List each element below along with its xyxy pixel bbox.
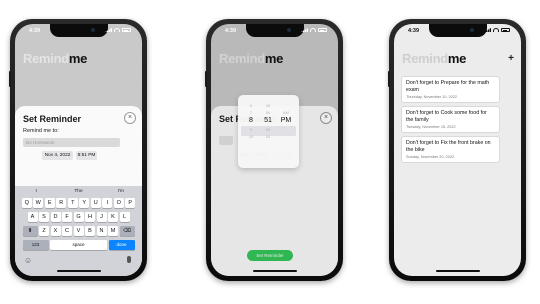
delete-key-icon[interactable]: ⌫ <box>119 226 135 236</box>
key-row-4: 123 space done <box>15 240 142 250</box>
reminder-date: Thursday, November 10, 2022 <box>406 95 458 99</box>
status-bar: 4:39 <box>211 27 338 37</box>
key[interactable]: K <box>108 212 118 222</box>
space-key[interactable]: space <box>50 240 107 250</box>
wifi-icon <box>493 28 499 32</box>
battery-icon <box>122 28 131 32</box>
key[interactable]: W <box>33 198 44 208</box>
reminder-text-input[interactable]: Do Homework <box>23 138 120 147</box>
status-bar: 4:39 <box>15 27 142 37</box>
reminder-title: Don't forget to Cook some food for the f… <box>406 110 487 123</box>
sheet-title: Set Reminder <box>23 114 82 124</box>
key[interactable]: A <box>27 212 38 222</box>
phone-time-picker: 4:39 Remindme Set Reminder × Nov 4, 2022… <box>205 19 343 281</box>
key[interactable]: B <box>85 226 95 236</box>
reminder-title: Don't forget to Prepare for the math exa… <box>406 80 490 93</box>
suggestion[interactable]: I <box>15 188 57 196</box>
microphone-icon[interactable] <box>127 256 131 263</box>
key[interactable]: N <box>96 226 107 236</box>
key[interactable]: Y <box>79 198 90 208</box>
signal-icon <box>105 28 112 32</box>
screen: 4:39 Remindme Set Reminder × Remind me t… <box>15 24 142 276</box>
done-key[interactable]: done <box>108 240 135 250</box>
status-time: 4:39 <box>408 28 420 34</box>
battery-icon <box>318 28 327 32</box>
suggestion-bar: I The I'm <box>15 188 142 196</box>
key[interactable]: S <box>39 212 49 222</box>
emoji-icon[interactable]: ☺ <box>24 256 32 265</box>
wifi-icon <box>310 28 316 32</box>
key[interactable]: U <box>90 198 101 208</box>
app-title: Remindme <box>402 51 467 66</box>
ampm-wheel[interactable]: AM PM <box>278 109 294 126</box>
reminder-date: Tuesday, November 15, 2022 <box>406 125 456 129</box>
field-label: Remind me to: <box>23 128 59 134</box>
numbers-key[interactable]: 123 <box>22 240 49 250</box>
key[interactable]: T <box>67 198 78 208</box>
hour-wheel[interactable]: 6 7 8 9 10 <box>243 102 259 140</box>
key[interactable]: V <box>73 226 84 236</box>
key[interactable]: D <box>50 212 61 222</box>
reminder-card[interactable]: Don't forget to Prepare for the math exa… <box>401 76 500 103</box>
wifi-icon <box>114 28 120 32</box>
key-row-2: A S D F G H J K L <box>15 212 142 222</box>
close-button[interactable]: × <box>124 112 136 124</box>
key-row-3: ⬆ Z X C V B N M ⌫ <box>15 226 142 236</box>
key[interactable]: J <box>96 212 107 222</box>
signal-icon <box>301 28 308 32</box>
phone-keyboard: 4:39 Remindme Set Reminder × Remind me t… <box>9 19 147 281</box>
key[interactable]: Z <box>39 226 49 236</box>
phone-reminder-list: 4:39 Remindme + Don't forget to Prepare … <box>388 19 526 281</box>
home-indicator <box>252 270 297 272</box>
screen: 4:39 Remindme Set Reminder × Nov 4, 2022… <box>211 24 338 276</box>
key[interactable]: P <box>125 198 136 208</box>
signal-icon <box>484 28 491 32</box>
app-title: Remindme <box>23 51 88 66</box>
key[interactable]: H <box>85 212 95 222</box>
status-time: 4:39 <box>29 28 41 34</box>
home-indicator <box>56 270 101 272</box>
status-time: 4:39 <box>225 28 237 34</box>
reminder-date: Sunday, November 20, 2022 <box>406 155 455 159</box>
reminder-title: Don't forget to Fix the front brake on t… <box>406 140 491 153</box>
add-reminder-button[interactable]: + <box>508 53 514 64</box>
keyboard: I The I'm Q W E R T Y U I O P A S D F G … <box>15 186 142 276</box>
key[interactable]: R <box>56 198 67 208</box>
key[interactable]: O <box>113 198 124 208</box>
time-picker[interactable]: 6 7 8 9 10 49 50 51 52 53 AM PM <box>238 95 299 168</box>
key[interactable]: Q <box>21 198 32 208</box>
date-button[interactable]: Nov 4, 2022 <box>42 151 73 160</box>
key[interactable]: G <box>73 212 84 222</box>
minute-wheel[interactable]: 49 50 51 52 53 <box>260 102 276 140</box>
key-row-1: Q W E R T Y U I O P <box>15 198 142 208</box>
key[interactable]: X <box>50 226 61 236</box>
key[interactable]: C <box>62 226 72 236</box>
key[interactable]: I <box>102 198 113 208</box>
battery-icon <box>501 28 510 32</box>
key[interactable]: E <box>44 198 55 208</box>
status-bar: 4:39 <box>394 27 521 37</box>
key[interactable]: F <box>62 212 72 222</box>
key[interactable]: L <box>119 212 130 222</box>
shift-key-icon[interactable]: ⬆ <box>22 226 38 236</box>
home-indicator <box>435 270 480 272</box>
suggestion[interactable]: I'm <box>100 188 142 196</box>
time-button[interactable]: 8:51 PM <box>76 151 97 160</box>
key[interactable]: M <box>108 226 118 236</box>
reminder-card[interactable]: Don't forget to Cook some food for the f… <box>401 106 500 133</box>
suggestion[interactable]: The <box>57 188 99 196</box>
reminder-card[interactable]: Don't forget to Fix the front brake on t… <box>401 136 500 163</box>
screen: 4:39 Remindme + Don't forget to Prepare … <box>394 24 521 276</box>
